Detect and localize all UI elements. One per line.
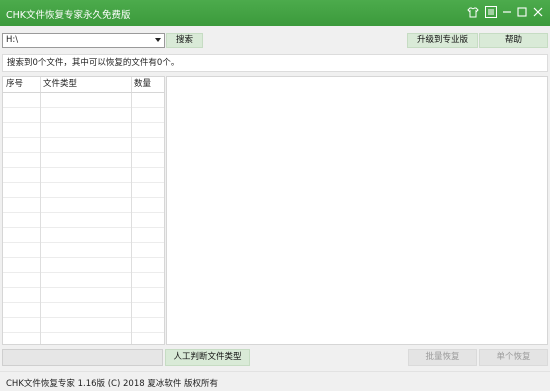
progress-bar xyxy=(2,349,163,366)
search-button[interactable]: 搜索 xyxy=(166,33,203,48)
search-status: 搜索到0个文件，其中可以恢复的文件有0个。 xyxy=(2,54,548,72)
menu-icon[interactable] xyxy=(484,5,498,19)
column-divider xyxy=(131,77,132,344)
shirt-icon[interactable] xyxy=(466,5,480,19)
single-recover-button[interactable]: 单个恢复 xyxy=(479,349,548,366)
minimize-icon[interactable] xyxy=(500,5,514,19)
preview-pane xyxy=(166,76,548,345)
batch-recover-button[interactable]: 批量恢复 xyxy=(408,349,477,366)
toolbar: H:\ 搜索 升级到专业版 帮助 xyxy=(0,26,550,53)
column-header-count[interactable]: 数量 xyxy=(131,77,164,92)
chevron-down-icon xyxy=(155,38,161,42)
maximize-icon[interactable] xyxy=(515,5,529,19)
result-table[interactable]: 序号 文件类型 数量 xyxy=(2,76,165,345)
footer: CHK文件恢复专家 1.16版 (C) 2018 夏冰软件 版权所有 xyxy=(0,371,550,391)
copyright-text: CHK文件恢复专家 1.16版 (C) 2018 夏冰软件 版权所有 xyxy=(6,379,219,389)
column-divider xyxy=(40,77,41,344)
drive-select[interactable]: H:\ xyxy=(2,33,165,48)
manual-detect-button[interactable]: 人工判断文件类型 xyxy=(165,349,250,366)
table-header: 序号 文件类型 数量 xyxy=(3,77,164,93)
title-bar: CHK文件恢复专家永久免费版 xyxy=(0,0,550,26)
close-icon[interactable] xyxy=(531,5,545,19)
drive-select-value: H:\ xyxy=(6,35,19,45)
column-header-index[interactable]: 序号 xyxy=(3,77,40,92)
window-title: CHK文件恢复专家永久免费版 xyxy=(6,10,131,21)
table-body xyxy=(3,93,164,344)
upgrade-button[interactable]: 升级到专业版 xyxy=(407,33,478,48)
column-header-file-type[interactable]: 文件类型 xyxy=(40,77,131,92)
help-button[interactable]: 帮助 xyxy=(479,33,548,48)
